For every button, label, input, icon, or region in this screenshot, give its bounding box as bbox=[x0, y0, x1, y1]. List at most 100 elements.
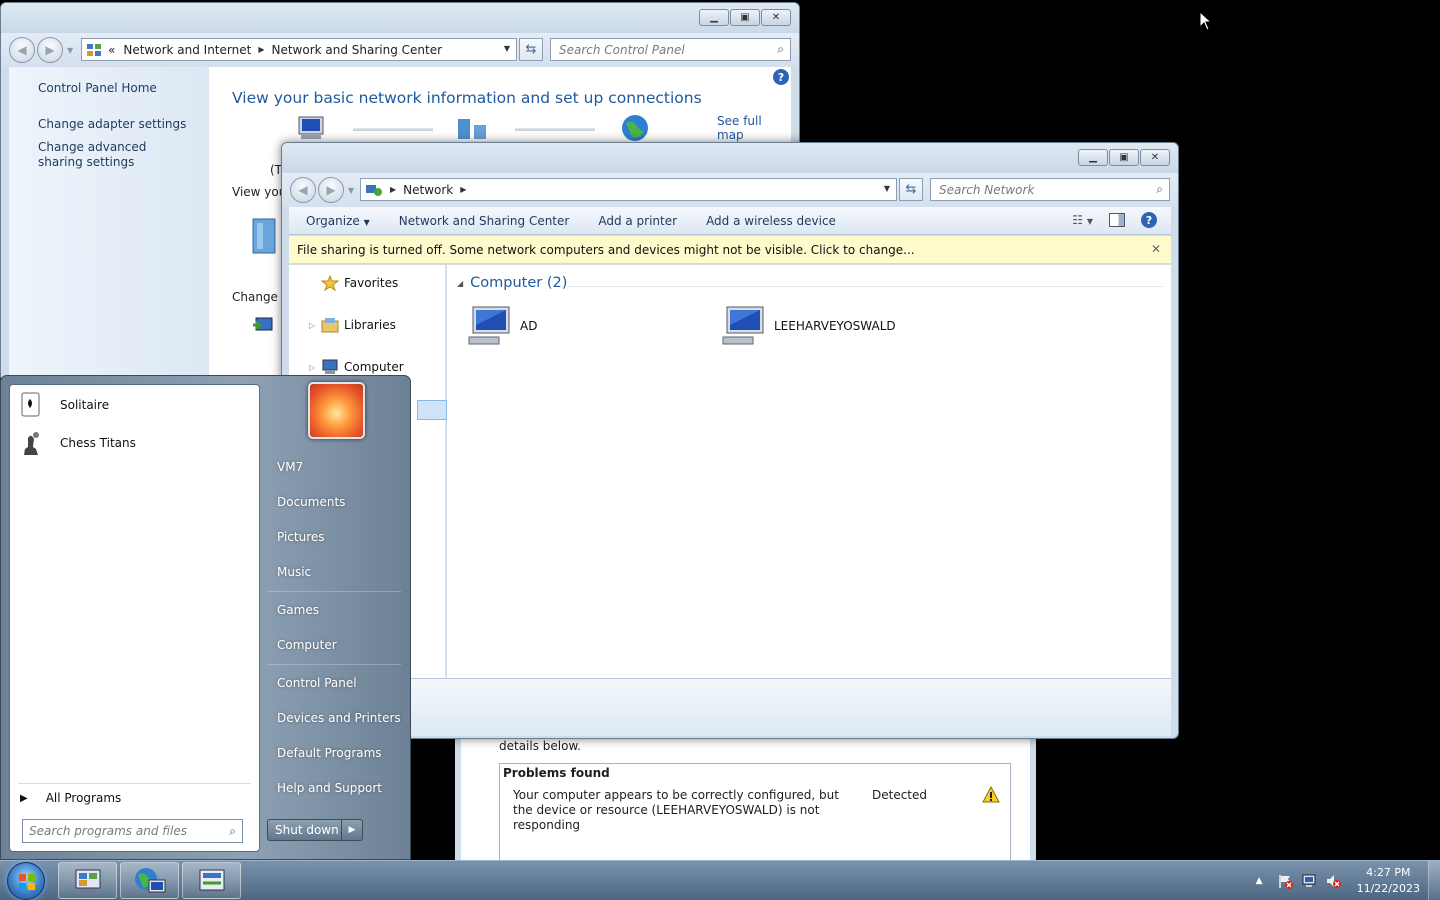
network-globe-icon bbox=[134, 867, 165, 892]
network-icon[interactable] bbox=[1301, 873, 1317, 889]
forward-button[interactable]: ▶ bbox=[37, 37, 63, 63]
program-chess-titans[interactable]: Chess Titans bbox=[18, 429, 136, 457]
minimize-button[interactable]: ▁ bbox=[1078, 149, 1108, 166]
forward-button[interactable]: ▶ bbox=[318, 177, 344, 203]
breadcrumb-network-internet[interactable]: Network and Internet bbox=[123, 43, 251, 57]
start-item-documents[interactable]: Documents bbox=[277, 495, 345, 509]
nav-item-favorites[interactable]: Favorites bbox=[309, 275, 398, 291]
start-item-computer[interactable]: Computer bbox=[277, 638, 337, 652]
search-input[interactable]: Search Control Panel ⌕ bbox=[550, 38, 791, 61]
address-dropdown-icon[interactable]: ▼ bbox=[504, 44, 510, 53]
help-icon[interactable]: ? bbox=[773, 69, 789, 85]
start-item-control-panel[interactable]: Control Panel bbox=[277, 676, 357, 690]
start-item-music[interactable]: Music bbox=[277, 565, 311, 579]
breadcrumb-overflow[interactable]: « bbox=[108, 43, 115, 57]
minimize-button[interactable]: ▁ bbox=[699, 9, 729, 26]
search-placeholder: Search Network bbox=[939, 182, 1035, 197]
all-programs-button[interactable]: ▶ All Programs bbox=[20, 791, 121, 805]
system-tray: ▲ 4:27 PM 11/22/2023 bbox=[1256, 861, 1440, 900]
breadcrumb-sharing-center[interactable]: Network and Sharing Center bbox=[271, 43, 442, 57]
file-list: ◢ Computer (2) AD LEEHARVEYOSWALD bbox=[447, 265, 1171, 678]
search-icon[interactable]: ⌕ bbox=[777, 42, 784, 57]
clock[interactable]: 4:27 PM 11/22/2023 bbox=[1357, 865, 1420, 897]
taskbar-control-panel[interactable] bbox=[58, 862, 117, 899]
breadcrumb-separator-icon[interactable]: ▶ bbox=[460, 185, 466, 194]
search-icon[interactable]: ⌕ bbox=[1156, 182, 1163, 197]
recent-pages-dropdown-icon[interactable]: ▼ bbox=[67, 46, 73, 55]
network-sharing-center-button[interactable]: Network and Sharing Center bbox=[399, 214, 570, 228]
network-computer-item[interactable]: LEEHARVEYOSWALD bbox=[721, 305, 896, 347]
start-item-default-programs[interactable]: Default Programs bbox=[277, 746, 382, 760]
chevron-up-icon[interactable]: ▲ bbox=[1256, 876, 1263, 886]
taskbar-network[interactable] bbox=[120, 862, 179, 899]
breadcrumb-separator-icon[interactable]: ▶ bbox=[390, 185, 396, 194]
shutdown-options-icon[interactable]: ▶ bbox=[342, 825, 362, 835]
computer-icon bbox=[722, 306, 764, 345]
address-bar[interactable]: ▶ Network ▶ ▼ bbox=[360, 178, 897, 201]
start-item-pictures[interactable]: Pictures bbox=[277, 530, 325, 544]
link-change-advanced-sharing[interactable]: Change advanced sharing settings bbox=[38, 140, 188, 170]
address-dropdown-icon[interactable]: ▼ bbox=[884, 184, 890, 193]
nav-item-libraries[interactable]: ▷ Libraries bbox=[309, 317, 396, 333]
problem-status: Detected bbox=[872, 788, 928, 802]
recent-pages-dropdown-icon[interactable]: ▼ bbox=[348, 186, 354, 195]
volume-muted-icon[interactable] bbox=[1325, 873, 1341, 889]
user-avatar[interactable] bbox=[308, 382, 365, 439]
chess-icon bbox=[24, 432, 39, 455]
start-item-devices-printers[interactable]: Devices and Printers bbox=[277, 711, 401, 725]
taskbar-troubleshooter[interactable] bbox=[182, 862, 241, 899]
action-center-flag-icon[interactable] bbox=[1277, 873, 1293, 889]
start-button[interactable] bbox=[7, 862, 45, 900]
shutdown-button[interactable]: Shut down ▶ bbox=[267, 819, 363, 841]
nav-item-computer[interactable]: ▷ Computer bbox=[309, 359, 404, 375]
help-icon[interactable]: ? bbox=[1141, 212, 1157, 228]
refresh-button[interactable]: ⇆ bbox=[519, 38, 543, 61]
start-item-games[interactable]: Games bbox=[277, 603, 319, 617]
network-computer-item[interactable]: AD bbox=[467, 305, 537, 347]
close-button[interactable]: ✕ bbox=[761, 9, 791, 26]
nav-label: Favorites bbox=[344, 276, 399, 290]
add-printer-button[interactable]: Add a printer bbox=[598, 214, 677, 228]
start-search-input[interactable]: Search programs and files ⌕ bbox=[22, 819, 243, 843]
add-wireless-device-button[interactable]: Add a wireless device bbox=[706, 214, 836, 228]
expand-icon[interactable]: ▷ bbox=[309, 363, 321, 372]
search-icon[interactable]: ⌕ bbox=[229, 824, 236, 839]
shutdown-label[interactable]: Shut down bbox=[268, 820, 342, 840]
info-bar[interactable]: File sharing is turned off. Some network… bbox=[289, 236, 1171, 264]
network-explorer-window: ▁ ▣ ✕ ◀ ▶ ▼ ▶ Network ▶ ▼ ⇆ Search Netwo… bbox=[281, 142, 1179, 739]
nav-item-network-selected[interactable] bbox=[417, 400, 447, 420]
link-change-adapter-settings[interactable]: Change adapter settings bbox=[38, 117, 209, 132]
breadcrumb-network[interactable]: Network bbox=[403, 183, 453, 197]
start-item-help-support[interactable]: Help and Support bbox=[277, 781, 382, 795]
link-control-panel-home[interactable]: Control Panel Home bbox=[38, 81, 209, 96]
title-bar[interactable]: ▁ ▣ ✕ bbox=[1, 3, 799, 33]
see-full-map-link[interactable]: See full map bbox=[717, 114, 791, 142]
close-button[interactable]: ✕ bbox=[1140, 149, 1170, 166]
internet-globe-icon bbox=[622, 115, 648, 141]
title-bar[interactable]: ▁ ▣ ✕ bbox=[282, 143, 1178, 173]
refresh-button[interactable]: ⇆ bbox=[899, 178, 923, 201]
maximize-button[interactable]: ▣ bbox=[730, 9, 760, 26]
preview-pane-icon[interactable] bbox=[1109, 213, 1125, 227]
back-button[interactable]: ◀ bbox=[290, 177, 316, 203]
all-programs-label: All Programs bbox=[45, 791, 122, 805]
breadcrumb-separator-icon[interactable]: ▶ bbox=[258, 45, 264, 54]
new-connection-icon[interactable] bbox=[251, 313, 277, 339]
group-header[interactable]: ◢ Computer (2) bbox=[457, 275, 567, 291]
start-item-user[interactable]: VM7 bbox=[277, 460, 303, 474]
search-input[interactable]: Search Network ⌕ bbox=[930, 178, 1170, 201]
arrow-right-icon: ▶ bbox=[20, 792, 28, 804]
program-solitaire[interactable]: Solitaire bbox=[18, 391, 109, 419]
info-bar-message[interactable]: File sharing is turned off. Some network… bbox=[297, 243, 915, 257]
clock-time: 4:27 PM bbox=[1366, 866, 1411, 879]
organize-menu[interactable]: Organize ▼ bbox=[306, 214, 370, 228]
change-view-icon[interactable]: ☷ ▼ bbox=[1072, 213, 1093, 227]
address-bar[interactable]: « Network and Internet ▶ Network and Sha… bbox=[81, 38, 517, 61]
start-menu: Solitaire Chess Titans ▶ All Programs Se… bbox=[0, 375, 411, 860]
show-desktop-button[interactable] bbox=[1428, 861, 1440, 900]
back-button[interactable]: ◀ bbox=[9, 37, 35, 63]
collapse-icon[interactable]: ◢ bbox=[457, 279, 463, 288]
expand-icon[interactable]: ▷ bbox=[309, 321, 321, 330]
close-icon[interactable]: ✕ bbox=[1151, 242, 1161, 256]
maximize-button[interactable]: ▣ bbox=[1109, 149, 1139, 166]
